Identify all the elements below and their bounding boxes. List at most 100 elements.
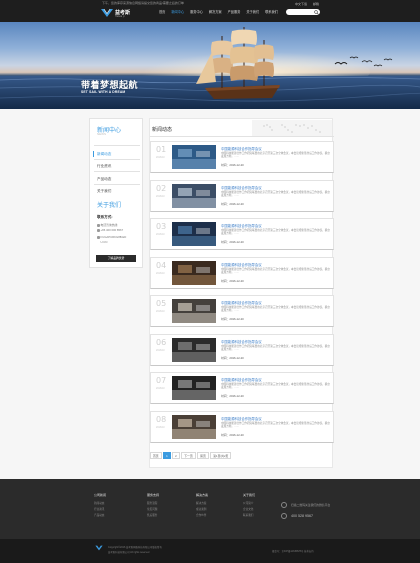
sidebar-item-news-dynamic[interactable]: 新闻动态 [97,152,111,157]
nav-item-service[interactable]: 服务中心 [187,8,206,16]
news-time: 时间：2016-12-20 [221,201,244,206]
news-date-tag: 2016/10 [156,425,165,429]
news-description: 中国科技能源合作工作研究联盟在北京召开第三次全体会议，本会议增新签约后工作协议，… [221,421,330,428]
footer-column: 公司新闻 新闻动态 行业资讯 产品动态 [94,493,106,519]
footer-phone: 400 528 9567 [291,514,313,518]
news-date-tag: 2016/10 [156,387,165,390]
news-time: 时间：2016-12-20 [221,355,244,360]
bottom-bar: Copyright©2016 益考斯网络科技有限公司版权所有 益考斯科技有限公司… [0,539,420,563]
pager-page-2[interactable]: 2 [172,452,180,459]
site-logo[interactable]: 益考斯 Haiwai yi [100,8,140,20]
top-link-email[interactable]: 邮箱 [313,2,319,6]
banner-subtitle: SET SAIL WITH A DREAM [81,90,126,94]
news-thumbnail[interactable] [172,260,216,285]
sidebar-title-sub: NEWS [97,132,106,136]
logo-v-icon [101,8,113,17]
news-description: 中国科技能源合作工作研究联盟在北京召开第三次全体会议，本会议增新签约后工作协议，… [221,344,330,351]
pager-next[interactable]: 下一页 [181,452,196,459]
contact-heading: 联系方式: [97,215,113,219]
contact-line: +86 400 000 8567 [97,228,123,232]
news-title[interactable]: 中国能源科技合作指导会议 [221,262,262,267]
news-item[interactable]: 01 2016/10 中国能源科技合作指导会议 中国科技能源合作工作研究联盟在北京召开… [150,141,334,173]
pager-page-1[interactable]: 1 [163,452,171,459]
news-title[interactable]: 中国能源科技合作指导会议 [221,300,262,305]
news-number: 04 [156,260,167,270]
sidebar-active-indicator [93,151,94,157]
news-time: 时间：2016-12-20 [221,394,244,398]
copyright-line: Copyright©2016 益考斯网络科技有限公司版权所有 [108,546,162,549]
news-thumbnail[interactable] [172,337,216,362]
phone-icon [281,513,287,519]
news-title[interactable]: 中国能源科技合作指导会议 [221,339,262,344]
news-item[interactable]: 08 2016/10 中国能源科技合作指导会议 中国科技能源合作工作研究联盟在北京召开… [150,410,334,443]
news-item[interactable]: 05 2016/10 中国能源科技合作指导会议 中国科技能源合作工作研究联盟在北京召开… [150,295,334,327]
news-number: 05 [156,299,167,308]
news-time: 时间：2016-12-20 [221,240,244,244]
site-header: 下午，您的库存来源信息网络请提交您的商品/需要之后的订单 益考斯 Haiwai … [0,0,420,22]
footer-column: 服务支持 服务流程 常见问题 售后服务 [147,493,159,519]
top-notice-text: 下午，您的库存来源信息网络请提交您的商品/需要之后的订单 [102,1,184,5]
news-item[interactable]: 03 2016/10 中国能源科技合作指导会议 中国科技能源合作工作研究联盟在北京召开… [150,218,334,250]
main-nav: 首页 新闻中心 服务中心 解决方案 产品服务 关于我们 联系我们 [156,8,281,16]
news-number: 03 [156,222,167,231]
sidebar-item-about[interactable]: 关于我们 [97,189,111,194]
news-title[interactable]: 中国能源科技合作指导会议 [221,146,262,151]
brand-advantage-button[interactable]: 了解品牌优势 [96,255,136,262]
news-thumbnail[interactable] [172,299,216,323]
news-time: 时间：2016-12-20 [221,278,244,283]
content-title: 新闻动态 [152,127,173,133]
footer-link[interactable]: 售后服务 [147,513,159,519]
news-number: 01 [156,145,167,154]
footer-qr-text: 扫描二维码关注我们的微信平台 [291,503,331,507]
nav-item-solutions[interactable]: 解决方案 [206,8,225,16]
nav-item-about[interactable]: 关于我们 [243,8,262,16]
news-item[interactable]: 07 2016/10 中国能源科技合作指导会议 中国科技能源合作工作研究联盟在北京召开… [150,372,334,404]
contact-line: 电话咨询热线: [97,223,118,227]
sidebar-divider [94,184,140,185]
news-title[interactable]: 中国能源科技合作指导会议 [221,377,262,382]
nav-item-home[interactable]: 首页 [156,8,168,16]
news-date-tag: 2016/10 [156,156,165,159]
nav-item-products[interactable]: 产品服务 [225,8,244,16]
sidebar-divider [94,159,140,160]
nav-item-contact[interactable]: 联系我们 [262,8,281,16]
news-title[interactable]: 中国能源科技合作指导会议 [221,185,262,190]
news-thumbnail[interactable] [172,376,216,400]
news-thumbnail[interactable] [172,414,216,439]
sidebar-divider [94,145,140,146]
top-links: 中文下载 邮箱 [295,2,319,6]
contact-line: U.CN [100,240,108,244]
nav-item-news[interactable]: 新闻中心 [168,8,187,16]
search-input[interactable] [286,9,320,15]
news-thumbnail[interactable] [172,183,216,208]
news-thumbnail[interactable] [172,222,216,246]
contact-line: FUGAPURKG8B.ED [97,235,126,239]
pager-last[interactable]: 尾页 [197,452,209,459]
news-item[interactable]: 04 2016/10 中国能源科技合作指导会议 中国科技能源合作工作研究联盟在北京召开… [150,256,334,289]
sidebar: 新闻中心 NEWS 新闻动态 行业资讯 产品动态 关于我们 关于我们 联系方式:… [89,118,143,268]
footer-link[interactable]: 合作伙伴 [196,513,208,519]
sidebar-item-industry[interactable]: 行业资讯 [97,164,111,169]
sidebar-about-title: 关于我们 [97,203,122,209]
footer-link[interactable]: 联系我们 [243,513,255,519]
news-title[interactable]: 中国能源科技合作指导会议 [221,223,262,228]
news-item[interactable]: 06 2016/10 中国能源科技合作指导会议 中国科技能源合作工作研究联盟在北京召开… [150,333,334,366]
news-date-tag: 2016/10 [156,348,165,352]
news-date-tag: 2016/10 [156,233,165,236]
news-thumbnail[interactable] [172,145,216,169]
logo-subtitle: Haiwai yi [115,15,125,18]
top-link-download[interactable]: 中文下载 [295,2,307,6]
news-item[interactable]: 02 2016/10 中国能源科技合作指导会议 中国科技能源合作工作研究联盟在北京召开… [150,179,334,212]
footer-link[interactable]: 产品动态 [94,513,106,519]
pager-first[interactable]: 首页 [150,452,162,459]
search-icon[interactable] [314,9,319,15]
news-content: 新闻动态 01 2016/10 中国能源科技合作指导会议 中国科技能源合作工作研究联盟… [149,118,334,468]
sidebar-item-product-news[interactable]: 产品动态 [97,177,111,182]
news-date-tag: 2016/10 [156,310,165,313]
news-description: 中国科技能源合作工作研究联盟在北京召开第三次全体会议，本会议增新签约后工作协议，… [221,267,330,274]
news-title[interactable]: 中国能源科技合作指导会议 [221,416,262,421]
pagination: 首页 1 2 下一页 尾页 第1页/共2页 [150,452,232,459]
footer-column-heading: 解决方案 [196,493,209,497]
phone-icon [97,224,100,227]
news-description: 中国科技能源合作工作研究联盟在北京召开第三次全体会议，本会议增新签约后工作协议，… [221,383,330,390]
